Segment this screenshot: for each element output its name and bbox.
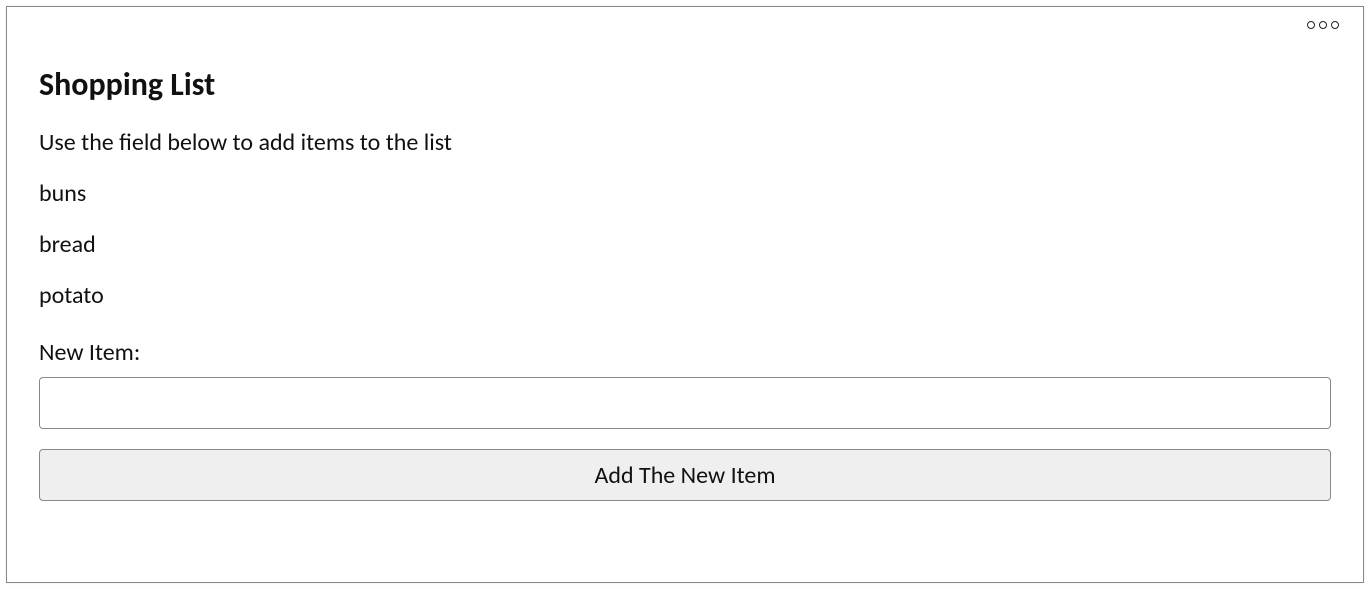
list-item: bread [39, 230, 1331, 259]
card-subtitle: Use the field below to add items to the … [39, 128, 1331, 157]
card-title: Shopping List [39, 65, 1331, 104]
add-item-button[interactable]: Add The New Item [39, 449, 1331, 501]
more-options-icon[interactable] [1307, 21, 1339, 29]
shopping-list-card: Shopping List Use the field below to add… [6, 6, 1364, 583]
new-item-label: New Item: [39, 338, 1331, 367]
item-list: buns bread potato [39, 179, 1331, 310]
new-item-input[interactable] [39, 377, 1331, 429]
list-item: potato [39, 281, 1331, 310]
list-item: buns [39, 179, 1331, 208]
